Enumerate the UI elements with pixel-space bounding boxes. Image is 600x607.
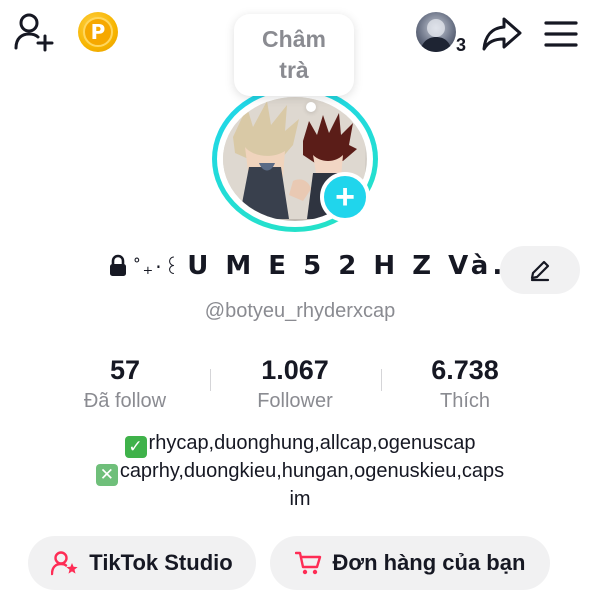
share-arrow-icon: [482, 17, 522, 51]
username: @botyeu_rhyderxcap: [204, 300, 396, 322]
followers-count: 1.067: [261, 355, 329, 385]
profile-stats: 57 Đã follow 1.067 Follower 6.738 Thích: [0, 355, 600, 415]
add-friend-button[interactable]: [14, 12, 56, 52]
coin-p-icon: P: [83, 17, 113, 47]
stat-divider: [210, 369, 211, 391]
bio-line-2: ✕ caprhy,duongkieu,hungan,ogenuskieu,caps: [50, 458, 550, 486]
note-line-1: Châm: [262, 26, 326, 52]
note-bubble[interactable]: Châm trà: [234, 14, 354, 96]
menu-button[interactable]: [544, 20, 578, 48]
tiktok-studio-label: TikTok Studio: [89, 550, 233, 575]
followers-label: Follower: [257, 390, 333, 412]
display-name: U M E 5 2 H Z Và...: [187, 251, 534, 281]
check-mark-icon: ✓: [124, 436, 147, 458]
studio-person-star-icon: [51, 551, 78, 576]
profile-screen: P 3 + Châm trà ˚₊‧꒰ U M E 5 2 H Z Và... …: [0, 0, 600, 607]
tiktok-studio-button[interactable]: TikTok Studio: [28, 536, 256, 590]
add-story-button[interactable]: +: [320, 172, 370, 222]
lock-icon: [108, 254, 128, 278]
bio[interactable]: ✓ rhycap,duonghung,allcap,ogenuscap ✕ capr…: [50, 430, 550, 513]
stat-followers[interactable]: 1.067 Follower: [230, 355, 360, 413]
plus-icon: +: [335, 178, 355, 216]
stat-following[interactable]: 57 Đã follow: [60, 355, 190, 413]
bio-line-3: im: [289, 488, 311, 510]
following-count: 57: [109, 355, 141, 385]
following-label: Đã follow: [83, 390, 167, 412]
mini-avatar-image: [420, 19, 452, 52]
stat-divider: [381, 369, 382, 391]
note-line-2: trà: [279, 57, 309, 83]
mini-avatar: [416, 12, 456, 52]
orders-label: Đơn hàng của bạn: [332, 550, 526, 575]
person-add-icon: [14, 13, 54, 52]
cross-mark-icon: ✕: [95, 464, 118, 486]
likes-label: Thích: [439, 390, 491, 412]
stat-likes[interactable]: 6.738 Thích: [400, 355, 530, 413]
share-button[interactable]: [482, 16, 522, 52]
top-left-actions: P: [14, 12, 118, 52]
bio-line-1: ✓ rhycap,duonghung,allcap,ogenuscap: [50, 430, 550, 458]
likes-count: 6.738: [431, 355, 499, 385]
edit-profile-button[interactable]: [500, 246, 580, 294]
pencil-icon: [530, 260, 550, 282]
shopping-cart-icon: [294, 551, 321, 575]
name-decoration: ˚₊‧꒰: [134, 256, 182, 279]
hamburger-menu-icon: [544, 21, 578, 47]
story-count: 3: [455, 35, 466, 55]
story-avatar-button[interactable]: 3: [416, 12, 466, 56]
orders-button[interactable]: Đơn hàng của bạn: [270, 536, 550, 590]
coin-button[interactable]: P: [78, 12, 118, 52]
note-bubble-tail: [306, 102, 316, 112]
top-right-actions: 3: [416, 12, 578, 56]
